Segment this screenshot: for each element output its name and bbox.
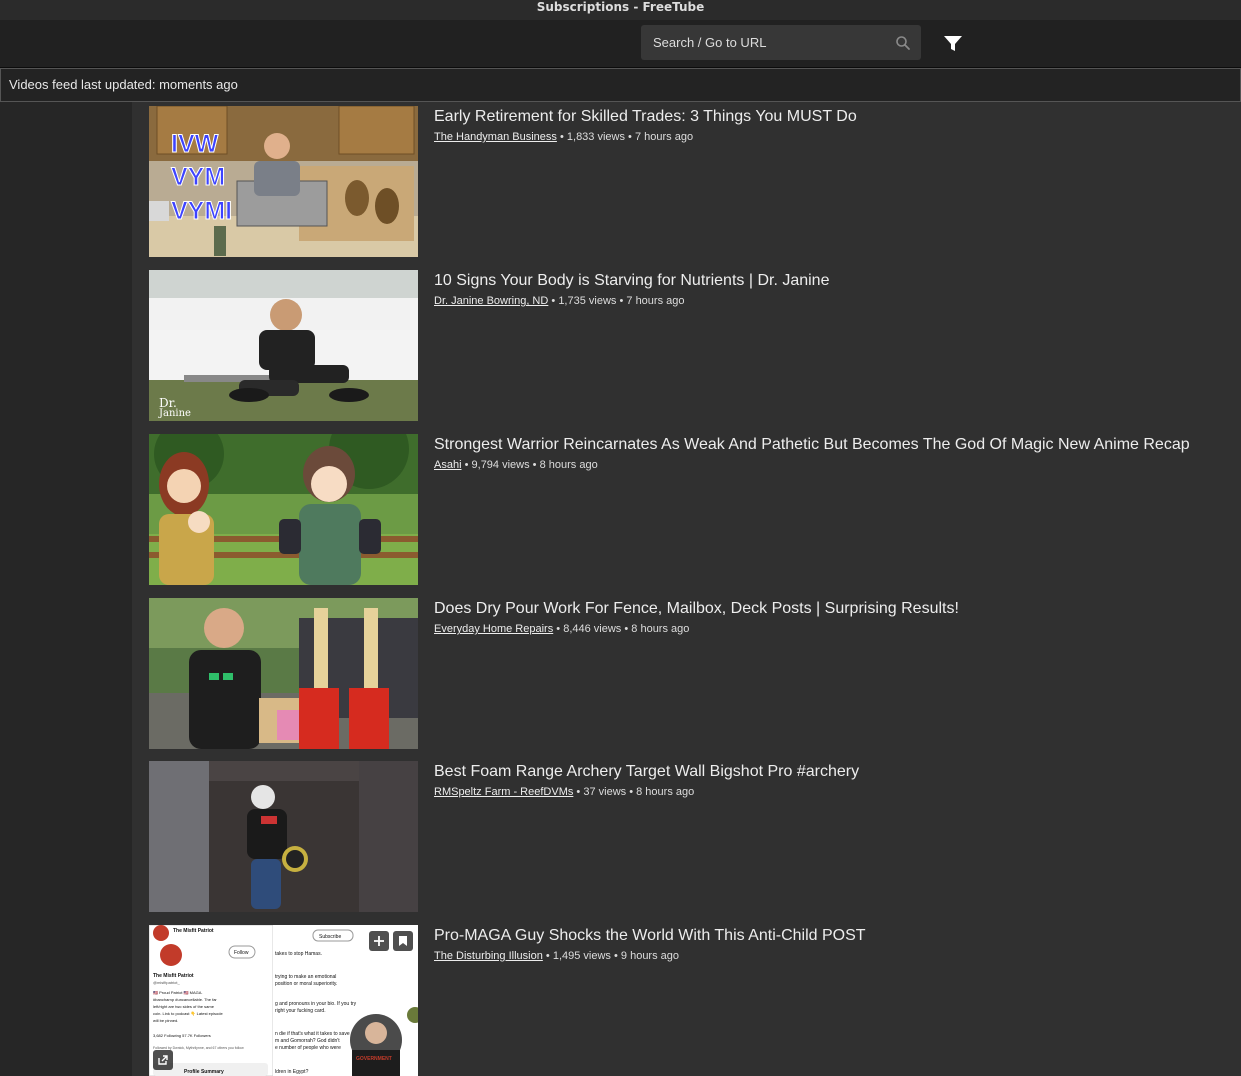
video-thumbnail[interactable]: IVW VYM VYMI bbox=[149, 106, 418, 257]
video-feed: IVW VYM VYMI Early Retirement for Skille… bbox=[132, 102, 1241, 1076]
search-icon[interactable] bbox=[895, 35, 911, 51]
video-meta: Dr. Janine Bowring, ND • 1,735 views • 7… bbox=[434, 295, 685, 307]
upload-age: 8 hours ago bbox=[631, 623, 690, 635]
video-title[interactable]: Strongest Warrior Reincarnates As Weak A… bbox=[434, 434, 1214, 456]
video-title[interactable]: Pro-MAGA Guy Shocks the World With This … bbox=[434, 925, 1214, 947]
feed-last-updated: Videos feed last updated: moments ago bbox=[9, 77, 238, 92]
window-title-bar: Subscriptions - FreeTube bbox=[0, 0, 1241, 20]
video-meta: Asahi • 9,794 views • 8 hours ago bbox=[434, 459, 598, 471]
upload-age: 9 hours ago bbox=[620, 950, 680, 962]
view-count: 1,735 views bbox=[558, 295, 617, 307]
video-title[interactable]: Best Foam Range Archery Target Wall Bigs… bbox=[434, 761, 1214, 783]
video-thumbnail[interactable]: Dr. Janine bbox=[149, 270, 418, 421]
bookmark-icon bbox=[399, 936, 407, 946]
thumbnail-text: The Misfit Patriot bbox=[173, 928, 214, 934]
upload-age: 8 hours ago bbox=[539, 459, 598, 471]
thumbnail-text: ldren in Egypt? bbox=[275, 1069, 309, 1075]
thumbnail-text: #bancharnp #uncancellable. The far bbox=[153, 997, 217, 1002]
thumbnail-text: Profile Summary bbox=[184, 1069, 224, 1075]
upload-age: 7 hours ago bbox=[634, 131, 694, 143]
video-list-item: IVW VYM VYMI Early Retirement for Skille… bbox=[149, 106, 1229, 258]
thumbnail-text: Janine bbox=[158, 408, 191, 419]
thumbnail-text: right your fucking card. bbox=[275, 1008, 326, 1014]
video-title[interactable]: Early Retirement for Skilled Trades: 3 T… bbox=[434, 106, 1214, 128]
video-list-item: The Misfit Patriot Follow Subscribe The … bbox=[149, 925, 1229, 1076]
thumbnail-text: coin. Link to podcast 👇 Latest episode bbox=[153, 1011, 223, 1016]
video-meta: The Disturbing Illusion • 1,495 views • … bbox=[434, 950, 680, 962]
video-thumbnail[interactable] bbox=[149, 761, 418, 912]
channel-link[interactable]: Asahi bbox=[434, 459, 462, 471]
thumbnail-text: trying to make an emotional bbox=[275, 974, 336, 980]
upload-age: 7 hours ago bbox=[626, 295, 685, 307]
add-to-playlist-button[interactable] bbox=[369, 931, 389, 951]
thumbnail-text: takes to stop Hamas. bbox=[275, 951, 322, 957]
filter-icon[interactable] bbox=[943, 35, 963, 53]
channel-link[interactable]: Dr. Janine Bowring, ND bbox=[434, 295, 548, 307]
video-thumbnail[interactable] bbox=[149, 598, 418, 749]
thumbnail-text: Subscribe bbox=[319, 934, 341, 940]
thumbnail-text: @misfitpatriot_ bbox=[153, 980, 181, 985]
view-count: 8,446 views bbox=[563, 623, 622, 635]
video-info: Early Retirement for Skilled Trades: 3 T… bbox=[434, 106, 1214, 144]
view-count: 37 views bbox=[583, 786, 627, 798]
video-meta: The Handyman Business • 1,833 views • 7 … bbox=[434, 131, 694, 143]
open-external-button[interactable] bbox=[153, 1050, 173, 1070]
video-info: Strongest Warrior Reincarnates As Weak A… bbox=[434, 434, 1214, 472]
thumbnail-text: m and Gomorrah? God didn't bbox=[275, 1038, 340, 1044]
plus-icon bbox=[374, 936, 384, 946]
thumbnail-text: IVW bbox=[171, 130, 219, 158]
video-thumbnail[interactable] bbox=[149, 434, 418, 585]
thumbnail-text: GOVERNMENT bbox=[356, 1056, 392, 1062]
video-info: Does Dry Pour Work For Fence, Mailbox, D… bbox=[434, 598, 1214, 636]
video-list-item: Does Dry Pour Work For Fence, Mailbox, D… bbox=[149, 598, 1229, 750]
video-info: 10 Signs Your Body is Starving for Nutri… bbox=[434, 270, 1214, 308]
thumbnail-text: e number of people who were bbox=[275, 1045, 341, 1051]
view-count: 9,794 views bbox=[471, 459, 530, 471]
video-meta: Everyday Home Repairs • 8,446 views • 8 … bbox=[434, 623, 690, 635]
video-title[interactable]: 10 Signs Your Body is Starving for Nutri… bbox=[434, 270, 1214, 292]
save-video-button[interactable] bbox=[393, 931, 413, 951]
external-link-icon bbox=[158, 1055, 168, 1065]
thumbnail-text: Follow bbox=[234, 950, 249, 956]
thumbnail-text: g and pronouns in your bio. If you try bbox=[275, 1001, 357, 1007]
thumbnail-text: VYMI bbox=[171, 197, 232, 225]
feed-status-bar: Videos feed last updated: moments ago bbox=[0, 68, 1241, 102]
thumbnail-text: 🇺🇸 Proud Patriot 🇺🇸 MAGA. bbox=[153, 990, 203, 995]
channel-link[interactable]: Everyday Home Repairs bbox=[434, 623, 553, 635]
thumbnail-text: left/right are two sides of the same bbox=[153, 1004, 215, 1009]
video-list-item: Strongest Warrior Reincarnates As Weak A… bbox=[149, 434, 1229, 586]
video-list-item: Dr. Janine 10 Signs Your Body is Starvin… bbox=[149, 270, 1229, 422]
channel-link[interactable]: RMSpeltz Farm - ReefDVMs bbox=[434, 786, 573, 798]
thumbnail-text: VYM bbox=[171, 163, 225, 191]
upload-age: 8 hours ago bbox=[636, 786, 695, 798]
thumbnail-text: position or moral superiority. bbox=[275, 981, 337, 987]
channel-link[interactable]: The Disturbing Illusion bbox=[434, 950, 543, 962]
video-title[interactable]: Does Dry Pour Work For Fence, Mailbox, D… bbox=[434, 598, 1214, 620]
channel-link[interactable]: The Handyman Business bbox=[434, 131, 557, 143]
search-container bbox=[641, 25, 921, 60]
video-info: Best Foam Range Archery Target Wall Bigs… bbox=[434, 761, 1214, 799]
video-thumbnail[interactable]: The Misfit Patriot Follow Subscribe The … bbox=[149, 925, 418, 1076]
video-meta: RMSpeltz Farm - ReefDVMs • 37 views • 8 … bbox=[434, 786, 695, 798]
thumbnail-text: 3,682 Following 57.7K Followers bbox=[153, 1033, 211, 1038]
view-count: 1,495 views bbox=[552, 950, 611, 962]
thumbnail-text: The Misfit Patriot bbox=[153, 973, 194, 979]
video-list-item: Best Foam Range Archery Target Wall Bigs… bbox=[149, 761, 1229, 913]
video-info: Pro-MAGA Guy Shocks the World With This … bbox=[434, 925, 1214, 963]
top-nav bbox=[0, 20, 1241, 68]
view-count: 1,833 views bbox=[566, 131, 625, 143]
search-input[interactable] bbox=[641, 25, 891, 60]
thumbnail-text: n die if that's what it takes to save bbox=[275, 1031, 350, 1037]
side-nav bbox=[0, 102, 132, 1076]
window-title: Subscriptions - FreeTube bbox=[536, 0, 705, 14]
thumbnail-text: will be pinned. bbox=[153, 1018, 178, 1023]
